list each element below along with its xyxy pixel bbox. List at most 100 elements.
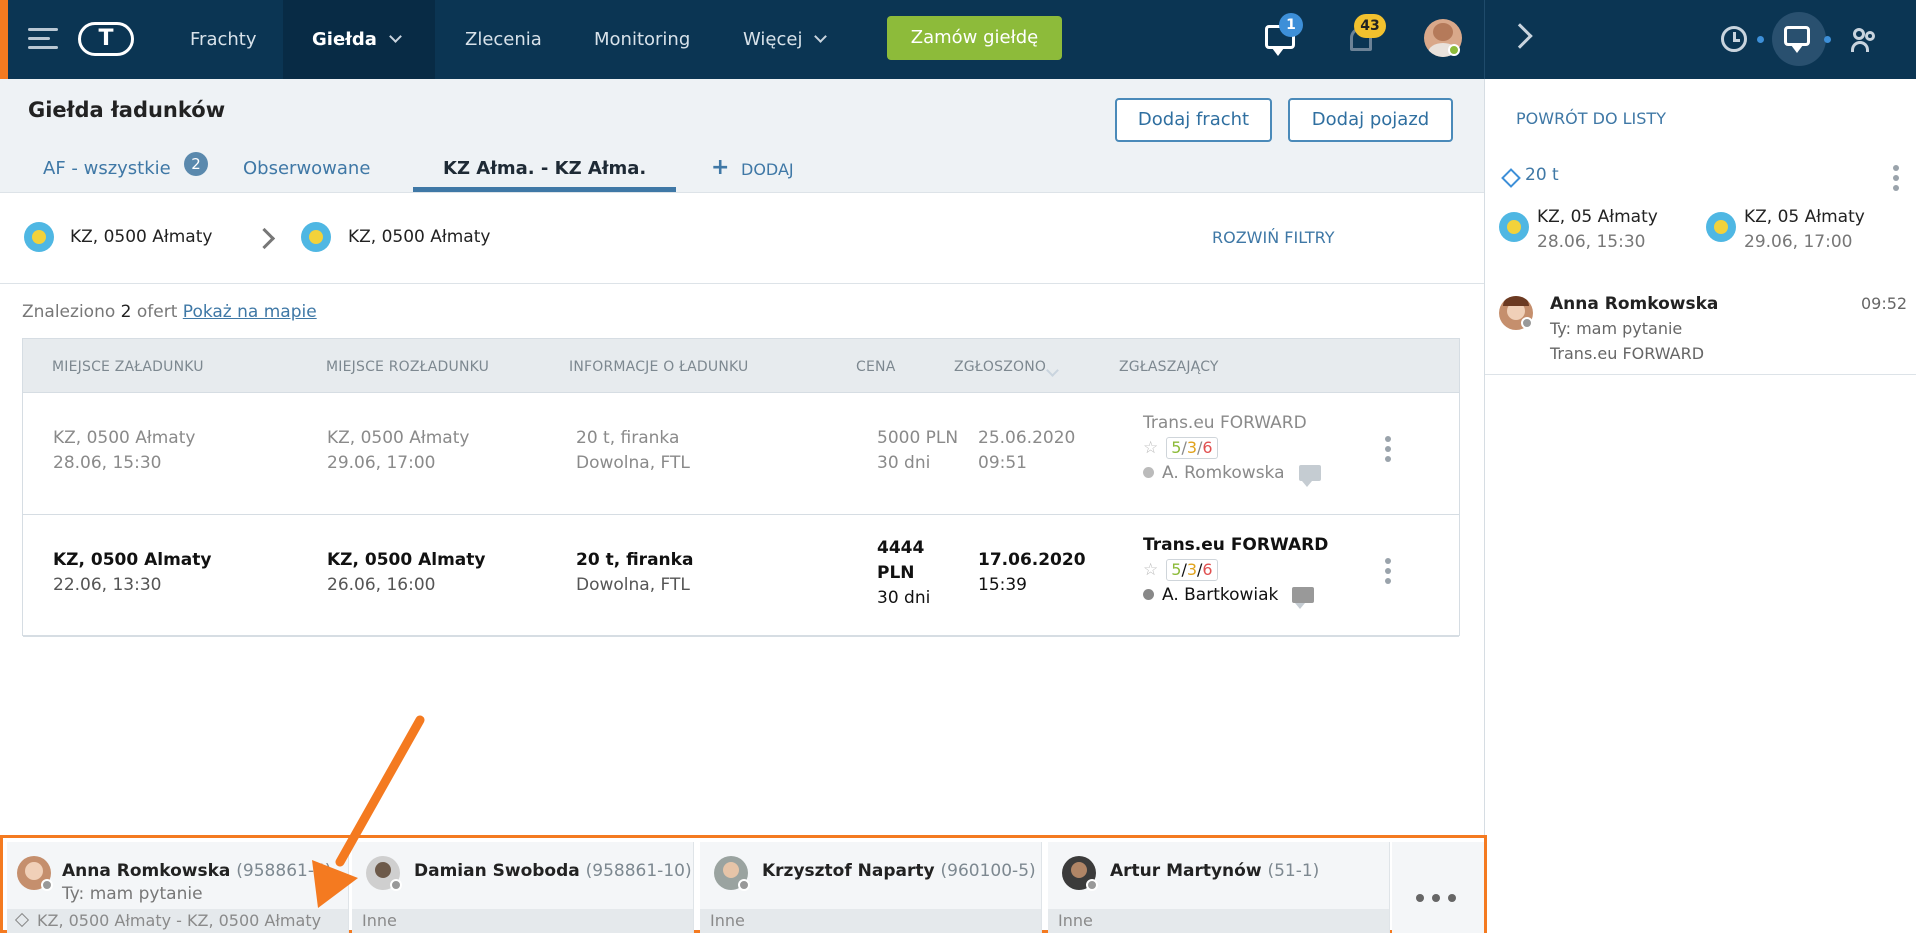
chat-contact: Anna Romkowska (958861-5) (62, 861, 332, 881)
nav-wiecej[interactable]: Więcej (743, 0, 828, 79)
results-count: 2 (120, 302, 132, 322)
clock-icon[interactable] (1721, 26, 1747, 52)
route-to-date: 29.06, 17:00 (1744, 232, 1853, 252)
flag-icon (1499, 212, 1529, 242)
chevron-right-icon (253, 227, 276, 250)
tab-observed[interactable]: Obserwowane (243, 158, 370, 179)
price-cell: 4444 PLN 30 dni (877, 536, 930, 611)
unload-place: KZ, 0500 Almaty (327, 550, 486, 570)
chevron-right-icon[interactable] (1507, 23, 1533, 49)
nav-label: Frachty (190, 29, 257, 50)
logo[interactable]: T (78, 22, 134, 56)
cargo-detail: Dowolna, FTL (576, 453, 690, 473)
table-row[interactable]: KZ, 0500 Ałmaty 28.06, 15:30 KZ, 0500 Ał… (23, 394, 1459, 515)
page-title: Giełda ładunków (28, 98, 226, 122)
route-to: KZ, 05 Ałmaty 29.06, 17:00 (1744, 205, 1865, 255)
contact-person[interactable]: A. Bartkowiak (1162, 585, 1278, 605)
load-place: KZ, 0500 Almaty (53, 550, 212, 570)
show-on-map-link[interactable]: Pokaż na mapie (183, 302, 317, 322)
chat-contact: Damian Swoboda (958861-10) (414, 861, 692, 881)
unload-cell: KZ, 0500 Ałmaty 29.06, 17:00 (327, 426, 469, 476)
nav-gielda[interactable]: Giełda (283, 0, 435, 79)
more-icon[interactable] (1392, 842, 1484, 933)
online-status-dot (1448, 44, 1460, 56)
top-navigation-bar: T Frachty Giełda Zlecenia Monitoring Wię… (0, 0, 1484, 79)
company-name[interactable]: Trans.eu FORWARD (1143, 411, 1321, 436)
chat-card[interactable]: Krzysztof Naparty (960100-5) Inne (700, 842, 1042, 933)
unload-date: 29.06, 17:00 (327, 453, 436, 473)
kebab-icon[interactable] (1385, 436, 1391, 466)
plus-icon[interactable]: + (711, 157, 729, 179)
tab-add[interactable]: DODAJ (741, 160, 794, 179)
notifications-badge: 43 (1354, 14, 1386, 38)
price-cell: 5000 PLN 30 dni (877, 426, 958, 476)
chevron-down-icon (389, 30, 402, 43)
kebab-icon[interactable] (1893, 165, 1899, 195)
filter-from[interactable]: KZ, 0500 Ałmaty (70, 227, 212, 247)
add-freight-button[interactable]: Dodaj fracht (1115, 98, 1272, 142)
last-message: Ty: mam pytanie (1550, 319, 1683, 338)
chat-panel-toggle[interactable] (1772, 12, 1826, 66)
tab-af-all[interactable]: AF - wszystkie (43, 158, 171, 179)
offline-status-dot (41, 879, 53, 891)
reported-date: 17.06.2020 (978, 550, 1086, 570)
star-icon[interactable]: ☆ (1143, 438, 1158, 458)
payment-terms: 30 dni (877, 588, 931, 608)
conversation-item[interactable]: Anna Romkowska 09:52 Ty: mam pytanie Tra… (1485, 287, 1916, 375)
chat-card[interactable]: Damian Swoboda (958861-10) Inne (352, 842, 694, 933)
sort-chevron-down-icon[interactable] (1046, 364, 1059, 377)
price-currency: PLN (877, 563, 915, 583)
reported-time: 15:39 (978, 575, 1027, 595)
reported-cell: 25.06.2020 09:51 (978, 426, 1075, 476)
offline-status-dot (1521, 317, 1533, 329)
column-header[interactable]: CENA (856, 359, 895, 375)
add-vehicle-button[interactable]: Dodaj pojazd (1288, 98, 1453, 142)
chat-contact: Artur Martynów (51-1) (1110, 861, 1320, 881)
message-icon[interactable] (1292, 587, 1315, 609)
unload-cell: KZ, 0500 Almaty 26.06, 16:00 (327, 548, 486, 598)
rating-badge: 5/3/6 (1166, 559, 1218, 581)
offline-status-dot (738, 879, 750, 891)
unload-place: KZ, 0500 Ałmaty (327, 428, 470, 448)
column-header[interactable]: MIEJSCE ROZŁADUNKU (326, 359, 489, 375)
route-from: KZ, 05 Ałmaty 28.06, 15:30 (1537, 205, 1658, 255)
offline-status-dot (390, 879, 402, 891)
filter-to[interactable]: KZ, 0500 Ałmaty (348, 227, 490, 247)
flag-icon (24, 222, 54, 252)
contact-person[interactable]: A. Romkowska (1162, 463, 1285, 483)
chevron-down-icon (814, 30, 828, 43)
expand-filters-link[interactable]: ROZWIŃ FILTRY (1212, 228, 1335, 247)
reported-date: 25.06.2020 (978, 428, 1076, 448)
column-header[interactable]: MIEJSCE ZAŁADUNKU (52, 359, 204, 375)
status-dot (1143, 467, 1154, 478)
route-from-place: KZ, 05 Ałmaty (1537, 207, 1658, 227)
table-row[interactable]: KZ, 0500 Almaty 22.06, 13:30 KZ, 0500 Al… (23, 516, 1459, 637)
nav-zlecenia[interactable]: Zlecenia (465, 0, 542, 79)
back-to-list-link[interactable]: POWRÓT DO LISTY (1516, 109, 1666, 128)
load-date: 28.06, 15:30 (53, 453, 162, 473)
message-icon[interactable] (1298, 465, 1321, 487)
accent-stripe (0, 0, 8, 79)
company-name[interactable]: Trans.eu FORWARD (1143, 533, 1328, 558)
reporter-cell: Trans.eu FORWARD ☆ 5/3/6 A. Romkowska (1143, 411, 1321, 487)
reported-cell: 17.06.2020 15:39 (978, 548, 1086, 598)
unload-date: 26.06, 16:00 (327, 575, 436, 595)
order-exchange-button[interactable]: Zamów giełdę (887, 16, 1062, 60)
nav-monitoring[interactable]: Monitoring (594, 0, 690, 79)
chat-topic: Inne (352, 909, 693, 933)
people-icon[interactable] (1851, 28, 1879, 52)
nav-frachty[interactable]: Frachty (190, 0, 257, 79)
tab-kz-almaty[interactable]: KZ Ałma. - KZ Ałma. (443, 158, 646, 179)
chat-topic: Inne (700, 909, 1041, 933)
table-header: MIEJSCE ZAŁADUNKU MIEJSCE ROZŁADUNKU INF… (23, 339, 1459, 393)
kebab-icon[interactable] (1385, 558, 1391, 588)
star-icon[interactable]: ☆ (1143, 560, 1158, 580)
chat-tabs-bar: Anna Romkowska (958861-5) Ty: mam pytani… (0, 835, 1487, 933)
column-header[interactable]: ZGŁOSZONO (954, 359, 1046, 375)
column-header[interactable]: INFORMACJE O ŁADUNKU (569, 359, 748, 375)
chat-card[interactable]: Artur Martynów (51-1) Inne (1048, 842, 1390, 933)
menu-icon[interactable] (28, 28, 58, 50)
cube-icon (1501, 168, 1521, 188)
column-header[interactable]: ZGŁASZAJĄCY (1119, 359, 1219, 375)
chat-card[interactable]: Anna Romkowska (958861-5) Ty: mam pytani… (7, 842, 349, 933)
